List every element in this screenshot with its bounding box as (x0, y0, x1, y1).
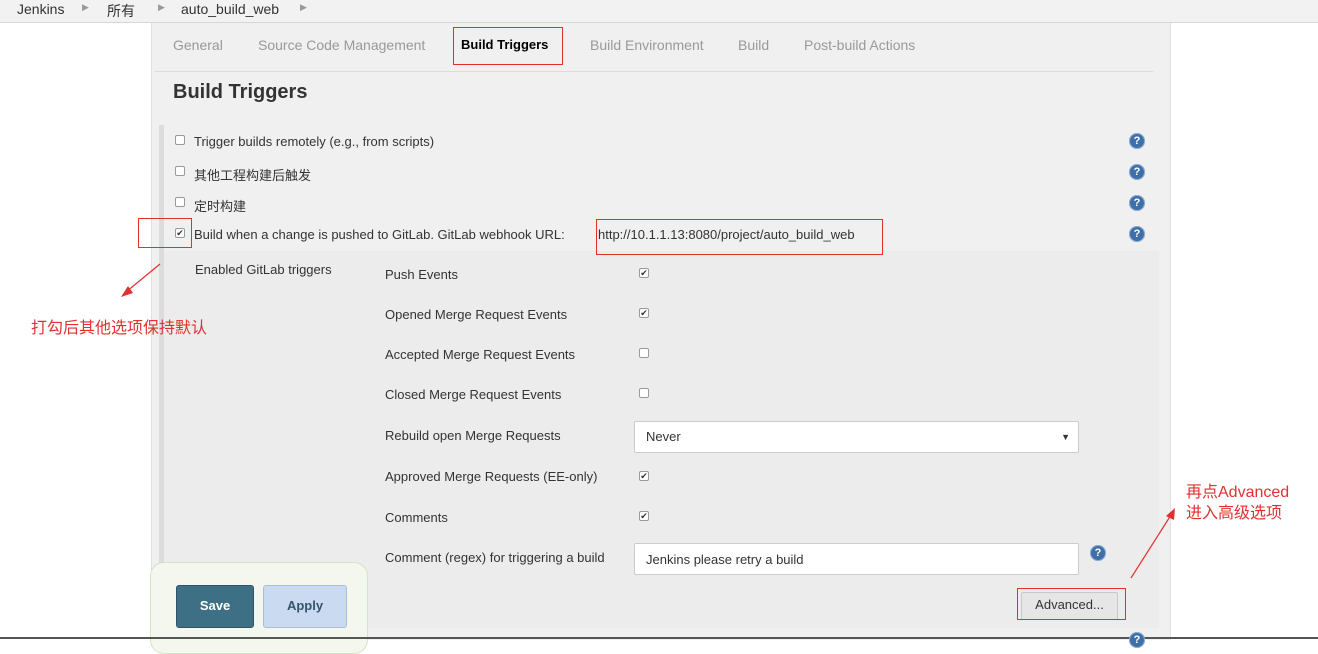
annotation-arrowhead-right (1166, 508, 1175, 520)
annotation-left-note: 打勾后其他选项保持默认 (31, 320, 208, 337)
annotation-right-note-1: 再点Advanced (1186, 484, 1290, 501)
annotation-right-note-2: 进入高级选项 (1186, 505, 1283, 522)
annotation-arrow-left (125, 263, 161, 293)
annotation-arrow-right (1130, 514, 1172, 579)
